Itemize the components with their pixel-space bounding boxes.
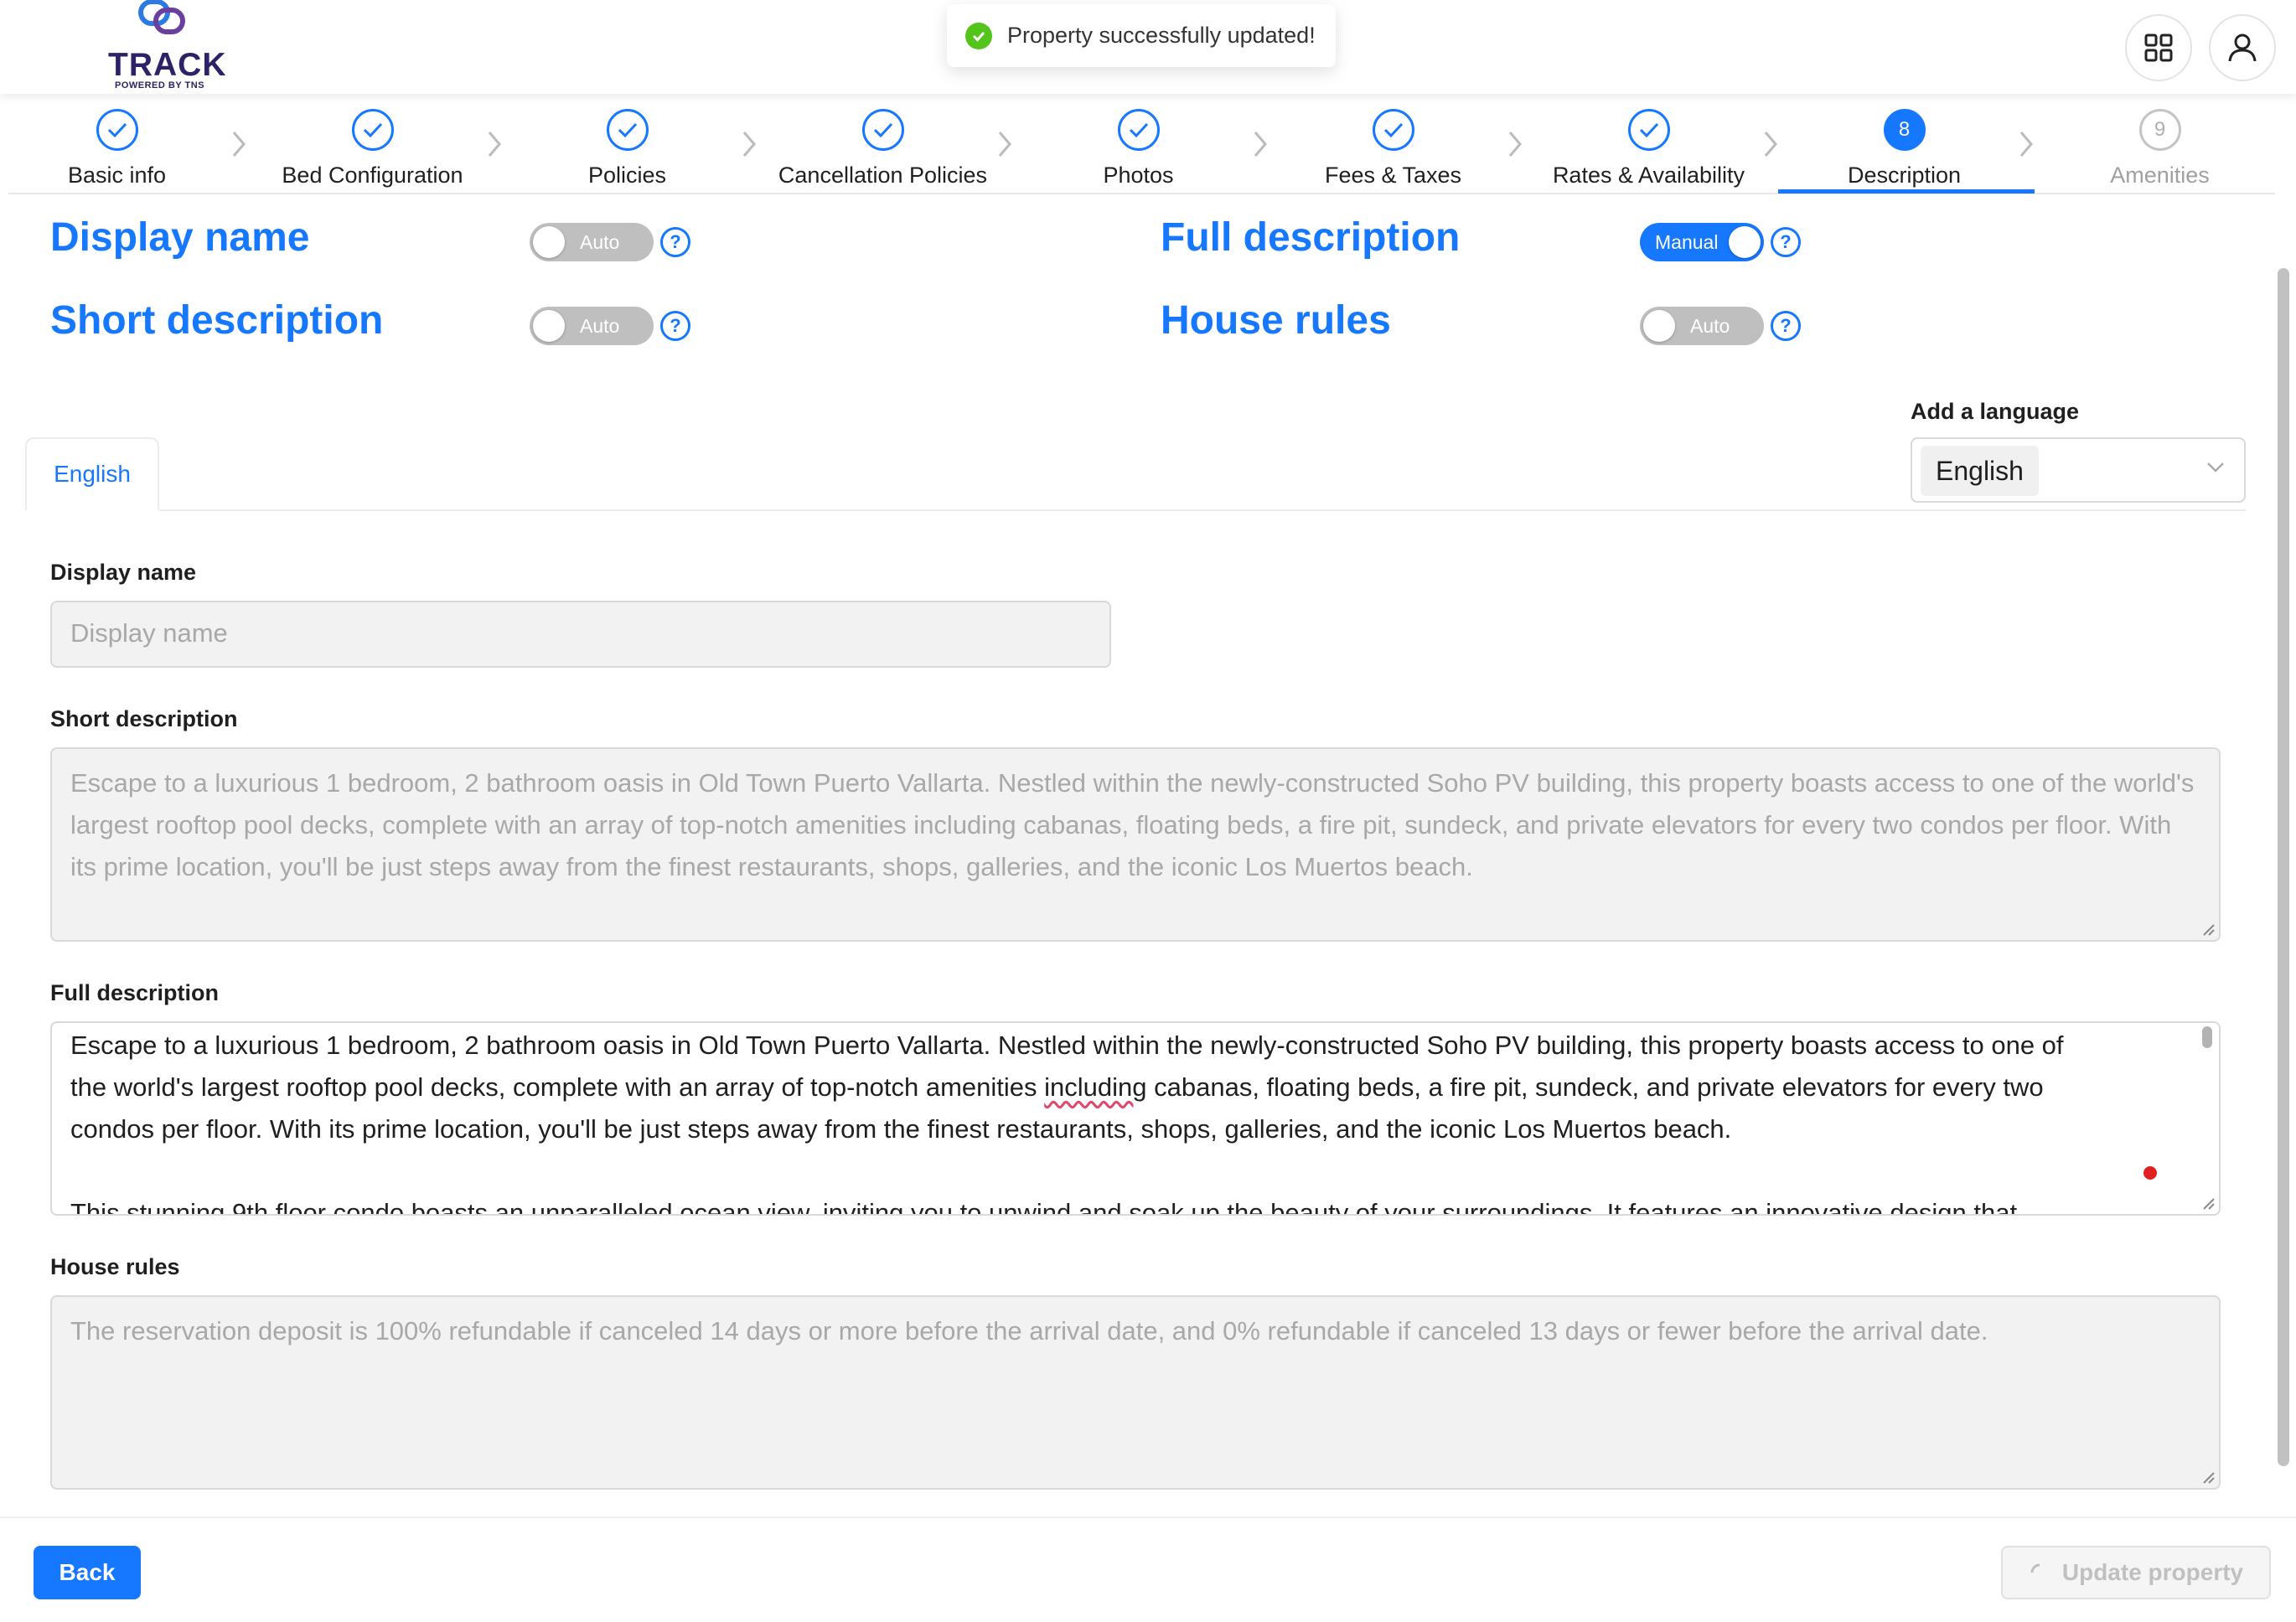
- house-rules-title: House rules: [1161, 298, 1391, 343]
- footer-bar: Back Update property: [0, 1516, 2296, 1622]
- check-icon: [1117, 109, 1160, 151]
- update-property-label: Update property: [2061, 1559, 2244, 1585]
- toggle-knob: [1643, 310, 1675, 342]
- display-name-input[interactable]: Display name: [50, 601, 1111, 668]
- apps-button[interactable]: [2125, 14, 2192, 81]
- step-label: Policies: [587, 163, 667, 188]
- check-icon: [96, 109, 138, 151]
- step-label: Bed Configuration: [282, 163, 463, 188]
- back-button[interactable]: Back: [34, 1546, 141, 1599]
- full-description-textarea[interactable]: Escape to a luxurious 1 bedroom, 2 bathr…: [50, 1021, 2221, 1216]
- grid-icon: [2144, 34, 2173, 62]
- logo-mark-icon: [138, 0, 185, 34]
- step-label: Basic info: [67, 163, 167, 188]
- check-circle-icon: [965, 22, 992, 49]
- toggle-knob: [533, 226, 565, 258]
- full-description-line: the world's largest rooftop pool decks, …: [70, 1072, 2044, 1102]
- logo-text: TRACK: [108, 47, 227, 83]
- step-policies[interactable]: Policies: [499, 109, 755, 193]
- help-icon[interactable]: ?: [1771, 227, 1801, 257]
- toggle-label: Auto: [1690, 315, 1730, 337]
- recording-dot-icon: [2143, 1166, 2157, 1180]
- toggle-label: Auto: [580, 315, 620, 337]
- house-rules-text: The reservation deposit is 100% refundab…: [70, 1316, 1988, 1346]
- short-description-textarea[interactable]: Escape to a luxurious 1 bedroom, 2 bathr…: [50, 747, 2221, 942]
- textarea-scrollbar[interactable]: [2202, 1026, 2212, 1048]
- display-name-title: Display name: [50, 215, 310, 260]
- step-bed-configuration[interactable]: Bed Configuration: [245, 109, 500, 193]
- success-toast: Property successfully updated!: [947, 4, 1336, 67]
- help-icon[interactable]: ?: [660, 227, 690, 257]
- check-icon: [606, 109, 649, 151]
- toggle-label: Auto: [580, 231, 620, 253]
- user-menu-button[interactable]: [2209, 14, 2276, 81]
- display-name-mode-toggle[interactable]: Auto: [530, 223, 654, 261]
- full-description-title: Full description: [1161, 215, 1461, 260]
- chevron-down-icon: [2207, 462, 2224, 473]
- step-cancellation-policies[interactable]: Cancellation Policies: [755, 109, 1011, 193]
- loading-spinner-icon: [2030, 1563, 2040, 1573]
- house-rules-mode-toggle[interactable]: Auto: [1640, 307, 1764, 345]
- check-icon: [351, 109, 394, 151]
- step-photos[interactable]: Photos: [1011, 109, 1266, 193]
- full-description-line: condos per floor. With its prime locatio…: [70, 1114, 1732, 1144]
- toggle-knob: [1729, 226, 1761, 258]
- step-basic-info[interactable]: Basic info: [0, 109, 245, 193]
- update-property-button[interactable]: Update property: [2001, 1546, 2271, 1599]
- step-label: Fees & Taxes: [1324, 163, 1462, 188]
- language-select[interactable]: English: [1911, 437, 2246, 503]
- step-label: Amenities: [2110, 163, 2210, 188]
- page-scrollbar-thumb[interactable]: [2278, 268, 2289, 1466]
- full-description-label: Full description: [50, 980, 220, 1005]
- full-description-line: Escape to a luxurious 1 bedroom, 2 bathr…: [70, 1031, 2064, 1060]
- tabs-divider: [25, 509, 2246, 511]
- display-name-label: Display name: [50, 560, 197, 585]
- help-icon[interactable]: ?: [660, 311, 690, 341]
- toggle-knob: [533, 310, 565, 342]
- progress-stepper: Basic info Bed Configuration Policies Ca…: [8, 94, 2275, 194]
- check-icon: [1627, 109, 1670, 151]
- step-label: Photos: [1103, 163, 1174, 188]
- add-language-label: Add a language: [1911, 399, 2080, 424]
- full-description-line: This stunning 9th floor condo boasts an …: [70, 1198, 2018, 1216]
- resize-handle-icon: [2203, 924, 2215, 936]
- active-step-indicator: [1778, 189, 2035, 194]
- short-description-text: Escape to a luxurious 1 bedroom, 2 bathr…: [70, 768, 2195, 881]
- toast-message: Property successfully updated!: [1007, 23, 1316, 48]
- track-logo[interactable]: TRACK POWERED BY TNS: [105, 0, 225, 92]
- step-label: Rates & Availability: [1552, 163, 1745, 188]
- logo-tagline: POWERED BY TNS: [115, 80, 205, 90]
- full-description-mode-toggle[interactable]: Manual: [1640, 223, 1764, 261]
- check-icon: [861, 109, 904, 151]
- help-icon[interactable]: ?: [1771, 311, 1801, 341]
- short-description-title: Short description: [50, 298, 384, 343]
- step-amenities[interactable]: 9 Amenities: [2032, 109, 2288, 193]
- short-description-mode-toggle[interactable]: Auto: [530, 307, 654, 345]
- selected-language-tag[interactable]: English: [1921, 446, 2039, 496]
- step-label: Cancellation Policies: [778, 163, 988, 188]
- step-description[interactable]: 8 Description: [1776, 109, 2032, 193]
- house-rules-textarea[interactable]: The reservation deposit is 100% refundab…: [50, 1295, 2221, 1490]
- step-fees-taxes[interactable]: Fees & Taxes: [1265, 109, 1521, 193]
- short-description-label: Short description: [50, 706, 238, 731]
- step-number-badge: 9: [2138, 109, 2181, 151]
- resize-handle-icon: [2203, 1472, 2215, 1484]
- spellcheck-flagged-word[interactable]: including: [1044, 1072, 1146, 1102]
- tab-english[interactable]: English: [25, 437, 159, 511]
- toggle-label: Manual: [1655, 231, 1719, 253]
- resize-handle-icon: [2203, 1198, 2215, 1210]
- step-number-badge: 8: [1883, 109, 1926, 151]
- check-icon: [1372, 109, 1414, 151]
- step-label: Description: [1847, 163, 1962, 188]
- house-rules-label: House rules: [50, 1254, 180, 1279]
- page: TRACK POWERED BY TNS Property successful…: [0, 0, 2296, 1622]
- step-rates-availability[interactable]: Rates & Availability: [1521, 109, 1776, 193]
- user-icon: [2228, 34, 2257, 62]
